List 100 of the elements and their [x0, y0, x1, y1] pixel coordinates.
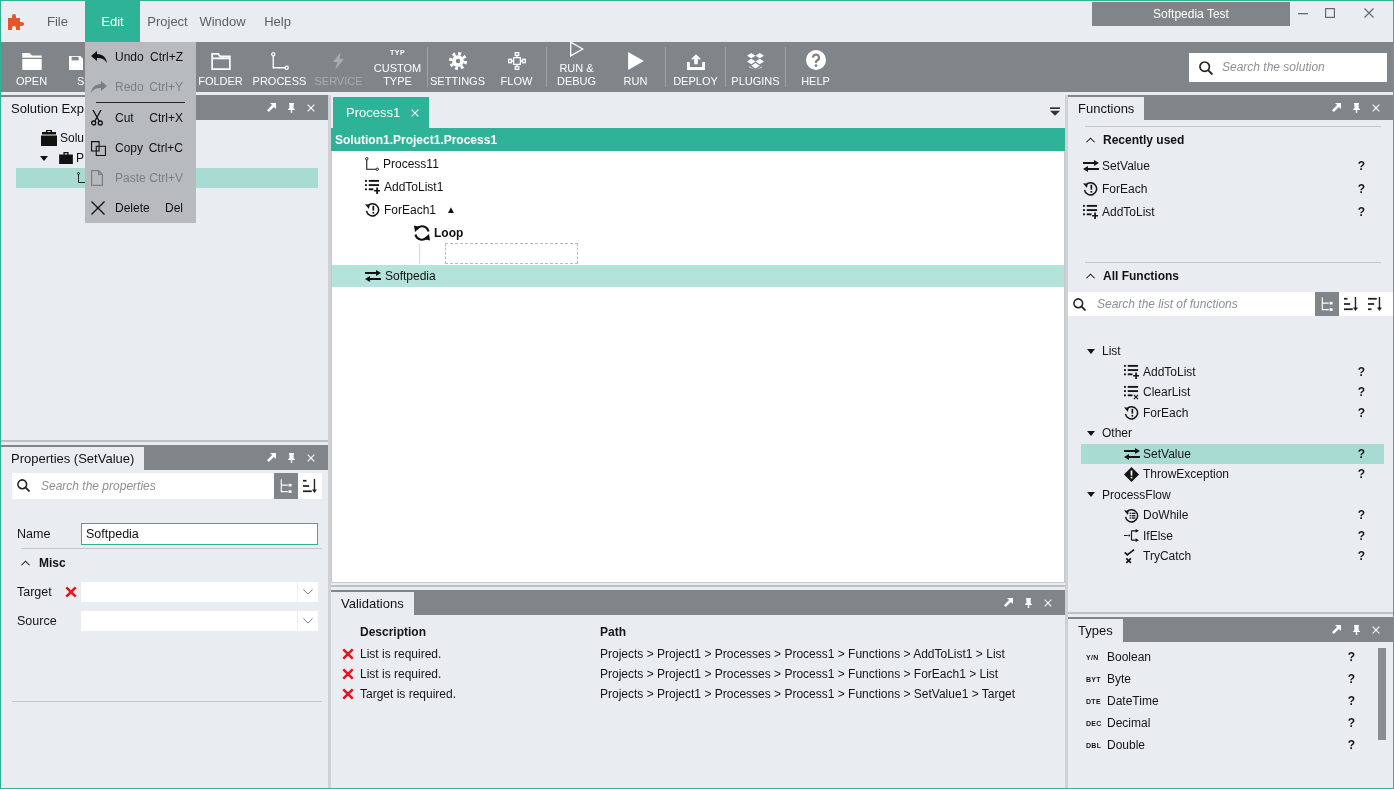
pin-icon[interactable]: [1352, 102, 1360, 113]
tree-item[interactable]: DoWhile ?: [1081, 505, 1384, 526]
flow-step[interactable]: Softpedia: [332, 265, 1064, 287]
diagonal-arrow-icon[interactable]: [1003, 598, 1013, 607]
panel-tab[interactable]: Validations: [331, 592, 414, 615]
help-mark[interactable]: ?: [1347, 694, 1355, 708]
help-mark[interactable]: ?: [1357, 467, 1365, 482]
diagonal-arrow-icon[interactable]: [266, 453, 276, 462]
panel-tab[interactable]: Functions: [1068, 97, 1145, 120]
toolbar-button[interactable]: PROCESS: [250, 42, 309, 92]
menu-item[interactable]: Window: [195, 1, 250, 42]
diagonal-arrow-icon[interactable]: [266, 103, 276, 112]
chevron-icon: [21, 560, 30, 566]
dropdown-field[interactable]: [81, 611, 318, 631]
caret-icon[interactable]: [40, 155, 48, 161]
pin-icon[interactable]: [287, 102, 295, 113]
close-icon[interactable]: [1372, 103, 1380, 112]
toolbar-button[interactable]: OPEN: [2, 42, 61, 92]
collapse-toggle[interactable]: ▲: [446, 204, 456, 215]
drop-zone[interactable]: [445, 243, 578, 264]
help-mark[interactable]: ?: [1347, 738, 1355, 752]
diagonal-arrow-icon[interactable]: [1331, 625, 1341, 634]
function-item[interactable]: AddToList ?: [1068, 200, 1393, 223]
lightning-bolt-icon: [333, 51, 344, 70]
menu-item[interactable]: Project: [140, 1, 195, 42]
pin-icon[interactable]: [1024, 597, 1032, 608]
section-header[interactable]: Recently used: [1086, 131, 1185, 149]
pin-icon[interactable]: [287, 452, 295, 463]
tree-item[interactable]: TryCatch ?: [1081, 546, 1384, 567]
help-mark[interactable]: ?: [1357, 528, 1365, 543]
flow-step[interactable]: Process11: [365, 152, 439, 175]
help-mark[interactable]: ?: [1357, 385, 1365, 400]
help-mark[interactable]: ?: [1357, 158, 1365, 173]
sort-button[interactable]: [1363, 292, 1393, 316]
help-mark[interactable]: ?: [1357, 204, 1365, 219]
menu-item[interactable]: Delete Del: [85, 193, 196, 223]
toolbar-button[interactable]: RUN & DEBUG: [547, 42, 606, 92]
toolbar-button[interactable]: HELP: [786, 42, 845, 92]
search-field[interactable]: Search the properties: [12, 473, 274, 499]
close-icon[interactable]: [1044, 598, 1052, 607]
sort-button[interactable]: [298, 473, 322, 499]
toolbar-button[interactable]: S: [61, 42, 84, 92]
menu-item[interactable]: File: [30, 1, 85, 42]
function-item[interactable]: ForEach ?: [1068, 177, 1393, 200]
close-icon[interactable]: [307, 453, 315, 462]
tree-item[interactable]: ProcessFlow: [1087, 484, 1171, 505]
tree-item[interactable]: ClearList ?: [1081, 382, 1384, 403]
toolbar-button[interactable]: SETTINGS: [428, 42, 487, 92]
sort-button[interactable]: [1339, 292, 1363, 316]
tree-item[interactable]: ForEach ?: [1081, 402, 1384, 423]
pin-icon[interactable]: [1352, 624, 1360, 635]
close-icon[interactable]: [307, 103, 315, 112]
tree-item[interactable]: P: [40, 148, 84, 168]
tree-item[interactable]: ThrowException ?: [1081, 464, 1384, 485]
toolbar-button[interactable]: FLOW: [487, 42, 546, 92]
window-title: Softpedia Test: [1092, 2, 1290, 26]
caret-icon[interactable]: [1087, 492, 1095, 498]
tree-item[interactable]: SetValue ?: [1081, 443, 1384, 464]
help-mark[interactable]: ?: [1357, 446, 1365, 461]
panel-tab[interactable]: Properties (SetValue): [1, 447, 145, 470]
tree-item[interactable]: IfElse ?: [1081, 525, 1384, 546]
close-icon[interactable]: [1372, 625, 1380, 634]
menu-item[interactable]: Help: [250, 1, 305, 42]
help-mark[interactable]: ?: [1357, 364, 1365, 379]
caret-icon[interactable]: [1087, 430, 1095, 436]
help-mark[interactable]: ?: [1357, 508, 1365, 523]
search-field[interactable]: Search the solution: [1189, 52, 1387, 82]
text-field[interactable]: Softpedia: [81, 523, 318, 545]
dropdown-field[interactable]: [81, 582, 318, 602]
tree-item[interactable]: AddToList ?: [1081, 361, 1384, 382]
flow-step[interactable]: AddToList1: [365, 175, 444, 198]
section-header[interactable]: All Functions: [1086, 267, 1179, 285]
panel-tab[interactable]: Types: [1068, 619, 1123, 642]
help-mark[interactable]: ?: [1357, 405, 1365, 420]
diagonal-arrow-icon[interactable]: [1331, 103, 1341, 112]
close-icon[interactable]: [411, 108, 420, 117]
flow-step[interactable]: Loop: [414, 221, 464, 244]
help-mark[interactable]: ?: [1347, 716, 1355, 730]
scrollbar-thumb[interactable]: [1378, 648, 1386, 740]
tree-item[interactable]: List: [1087, 341, 1121, 362]
group-view-button[interactable]: [1315, 292, 1339, 316]
help-mark[interactable]: ?: [1357, 181, 1365, 196]
copy-icon: [91, 140, 106, 156]
menu-item[interactable]: Copy Ctrl+C: [85, 133, 196, 163]
help-mark[interactable]: ?: [1347, 672, 1355, 686]
function-item[interactable]: SetValue ?: [1068, 154, 1393, 177]
toolbar-button[interactable]: DEPLOY: [666, 42, 725, 92]
toolbar-button[interactable]: PLUGINS: [726, 42, 785, 92]
help-mark[interactable]: ?: [1357, 549, 1365, 564]
section-header[interactable]: Misc: [21, 555, 66, 571]
caret-icon[interactable]: [1087, 348, 1095, 354]
flow-step[interactable]: ForEach1 ▲: [365, 198, 456, 221]
tree-item[interactable]: Solu: [22, 128, 85, 148]
toolbar-button[interactable]: RUN: [606, 42, 665, 92]
play-outline-icon: [569, 41, 584, 57]
help-mark[interactable]: ?: [1347, 650, 1355, 664]
tree-item[interactable]: Other: [1087, 423, 1132, 444]
diamond-cluster-icon: [747, 52, 764, 70]
overflow-menu-icon[interactable]: [1050, 107, 1060, 116]
search-field[interactable]: Search the list of functions: [1068, 292, 1315, 316]
